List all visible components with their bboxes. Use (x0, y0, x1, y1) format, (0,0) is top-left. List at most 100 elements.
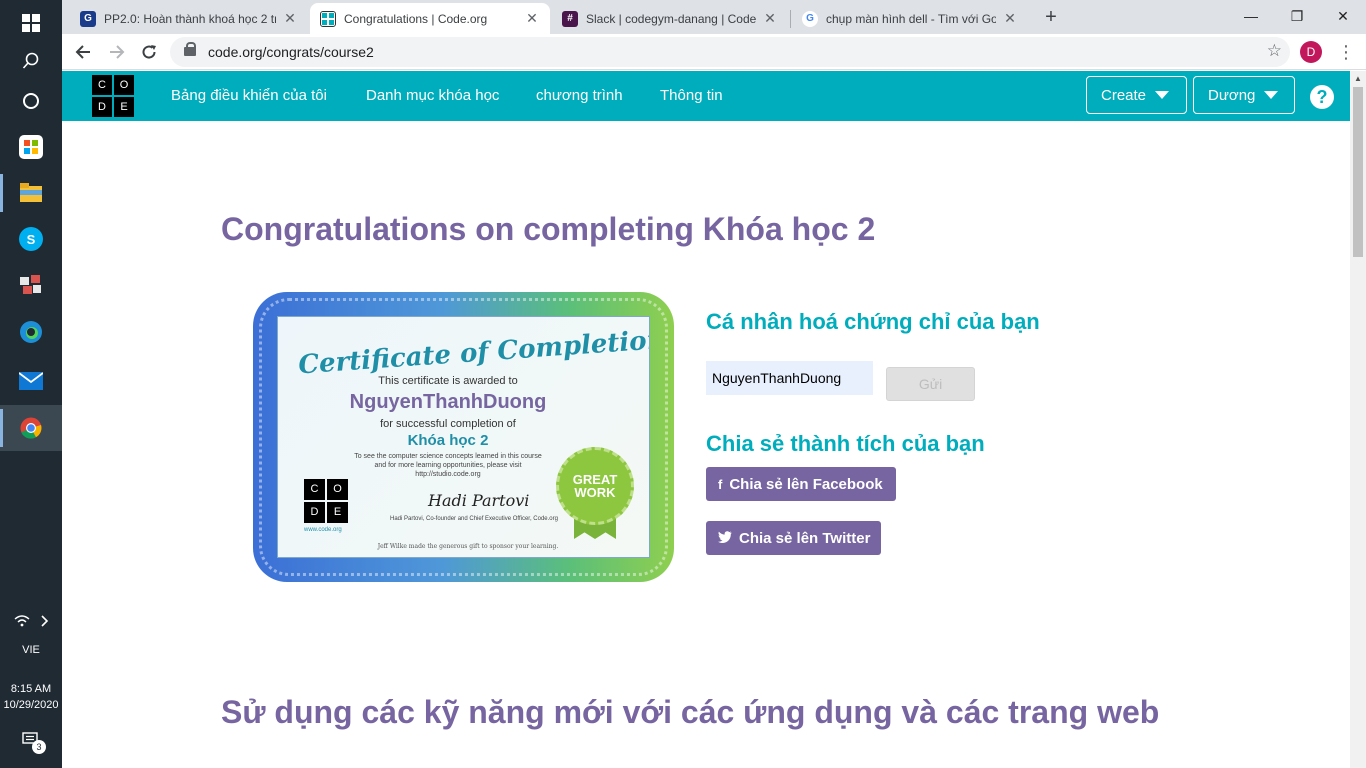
new-tab-button[interactable]: + (1038, 5, 1064, 29)
bookmark-star-icon[interactable]: ☆ (1267, 41, 1282, 61)
scroll-up-arrow-icon[interactable]: ▲ (1350, 72, 1366, 86)
nav-course-catalog[interactable]: Danh mục khóa học (366, 87, 499, 104)
maximize-button[interactable]: ❐ (1274, 0, 1320, 32)
user-dropdown-button[interactable]: Dương (1193, 76, 1295, 114)
chevron-right-icon (41, 615, 49, 627)
tab-title: chụp màn hình dell - Tìm với Goo (826, 11, 996, 26)
wifi-icon (14, 615, 30, 627)
folder-icon (20, 183, 42, 202)
twitter-icon (718, 530, 732, 546)
profile-avatar[interactable]: D (1300, 41, 1322, 63)
logo-letter: E (327, 502, 348, 523)
nav-dashboard[interactable]: Bảng điều khiển của tôi (171, 87, 327, 104)
logo-letter: D (304, 502, 325, 523)
certificate-signature: Hadi Partovi (428, 491, 530, 510)
taskbar-skype[interactable]: S (0, 216, 62, 262)
reload-icon (142, 45, 156, 59)
tab-close-icon[interactable]: ✕ (524, 10, 540, 27)
code-org-favicon-icon (320, 10, 336, 27)
share-facebook-button[interactable]: f Chia sẻ lên Facebook (706, 467, 896, 501)
url-text[interactable]: code.org/congrats/course2 (208, 44, 374, 60)
tab-congratulations[interactable]: Congratulations | Code.org ✕ (310, 3, 550, 34)
create-dropdown-button[interactable]: Create (1086, 76, 1187, 114)
certificate-course-name: Khóa học 2 (407, 432, 489, 449)
tab-google-search[interactable]: G chụp màn hình dell - Tìm với Goo ✕ (792, 3, 1028, 34)
facebook-icon: f (718, 476, 723, 492)
tab-pp2[interactable]: G PP2.0: Hoàn thành khoá học 2 trê ✕ (70, 3, 308, 34)
clock-time[interactable]: 8:15 AM (0, 683, 62, 695)
code-org-logo[interactable]: C O D E (92, 75, 134, 117)
logo-letter: E (114, 97, 134, 117)
logo-letter: O (114, 75, 134, 95)
caret-down-icon (1155, 91, 1170, 99)
cortana-button[interactable] (0, 78, 62, 124)
tab-slack[interactable]: # Slack | codegym-danang | CodeG ✕ (552, 3, 788, 34)
action-center-button[interactable]: 3 (22, 732, 46, 754)
share-twitter-button[interactable]: Chia sẻ lên Twitter (706, 521, 881, 555)
taskbar-file-explorer[interactable] (0, 170, 62, 216)
browser-menu-icon[interactable]: ⋮ (1334, 39, 1358, 65)
arrow-left-icon (75, 45, 90, 59)
mail-icon (19, 372, 43, 390)
section-heading: Sử dụng các kỹ năng mới với các ứng dụng… (221, 694, 1160, 730)
seal-text: WORK (574, 485, 616, 500)
tab-favicon-icon: G (80, 10, 96, 27)
help-icon[interactable]: ? (1310, 85, 1334, 109)
clock-date[interactable]: 10/29/2020 (0, 699, 62, 711)
page-scrollbar[interactable]: ▲ (1350, 71, 1366, 768)
site-header: C O D E Bảng điều khiển của tôi Danh mục… (62, 71, 1350, 121)
share-facebook-label: Chia sẻ lên Facebook (729, 475, 883, 493)
google-favicon-icon: G (802, 10, 818, 27)
tray-icons[interactable] (10, 612, 54, 630)
logo-letter: C (304, 479, 325, 500)
submit-button[interactable]: Gửi (886, 367, 975, 401)
close-window-button[interactable]: ✕ (1320, 0, 1366, 32)
arrow-right-icon (110, 45, 125, 59)
tab-title: Slack | codegym-danang | CodeG (586, 11, 756, 26)
reload-button[interactable] (136, 39, 162, 65)
logo-letter: O (327, 479, 348, 500)
forward-button[interactable] (104, 39, 130, 65)
nav-programs[interactable]: chương trình (536, 87, 623, 104)
search-icon (22, 52, 39, 69)
tab-strip: G PP2.0: Hoàn thành khoá học 2 trê ✕ Con… (62, 0, 1366, 34)
certificate-body: Certificate of Completion This certifica… (277, 316, 650, 558)
lock-icon[interactable] (184, 42, 196, 57)
tab-close-icon[interactable]: ✕ (1002, 10, 1018, 27)
certificate-for-text: for successful completion of (380, 418, 516, 430)
taskbar-chrome[interactable] (0, 405, 62, 451)
nav-about[interactable]: Thông tin (660, 87, 723, 104)
certificate-name-input[interactable] (706, 361, 873, 395)
certificate-sponsor: Jeff Wilke made the generous gift to spo… (377, 543, 559, 550)
minimize-button[interactable]: — (1228, 0, 1274, 32)
certificate-signer: Hadi Partovi, Co-founder and Chief Execu… (390, 516, 558, 522)
taskbar-store[interactable] (0, 124, 62, 170)
store-icon (19, 135, 43, 159)
great-work-seal-icon: GREAT WORK (556, 447, 634, 525)
certificate-recipient-name: NguyenThanhDuong (349, 391, 547, 413)
taskbar-app[interactable] (0, 262, 62, 308)
chrome-window: G PP2.0: Hoàn thành khoá học 2 trê ✕ Con… (62, 0, 1366, 768)
share-heading: Chia sẻ thành tích của bạn (706, 431, 985, 456)
tab-separator (790, 10, 791, 28)
tab-title: Congratulations | Code.org (344, 11, 488, 26)
taskbar-mail[interactable] (0, 358, 62, 404)
tab-close-icon[interactable]: ✕ (282, 10, 298, 27)
page-title: Congratulations on completing Khóa học 2 (221, 211, 876, 247)
personalize-heading: Cá nhân hoá chứng chỉ của bạn (706, 309, 1040, 334)
back-button[interactable] (70, 39, 96, 65)
windows-taskbar: S VIE 8:15 AM 10/29/2020 3 (0, 0, 62, 768)
tab-close-icon[interactable]: ✕ (762, 10, 778, 27)
address-bar[interactable]: code.org/congrats/course2 ☆ (170, 37, 1290, 67)
windows-logo-icon (22, 14, 40, 32)
input-language[interactable]: VIE (0, 644, 62, 656)
taskbar-edge[interactable] (0, 309, 62, 355)
skype-icon: S (19, 227, 43, 251)
app-icon (20, 275, 41, 294)
certificate-site-url: www.code.org (304, 527, 342, 533)
scrollbar-thumb[interactable] (1353, 87, 1363, 257)
create-label: Create (1101, 86, 1147, 104)
slack-favicon-icon: # (562, 10, 578, 27)
cortana-icon (23, 93, 39, 109)
certificate-code-logo: C O D E (304, 479, 348, 523)
